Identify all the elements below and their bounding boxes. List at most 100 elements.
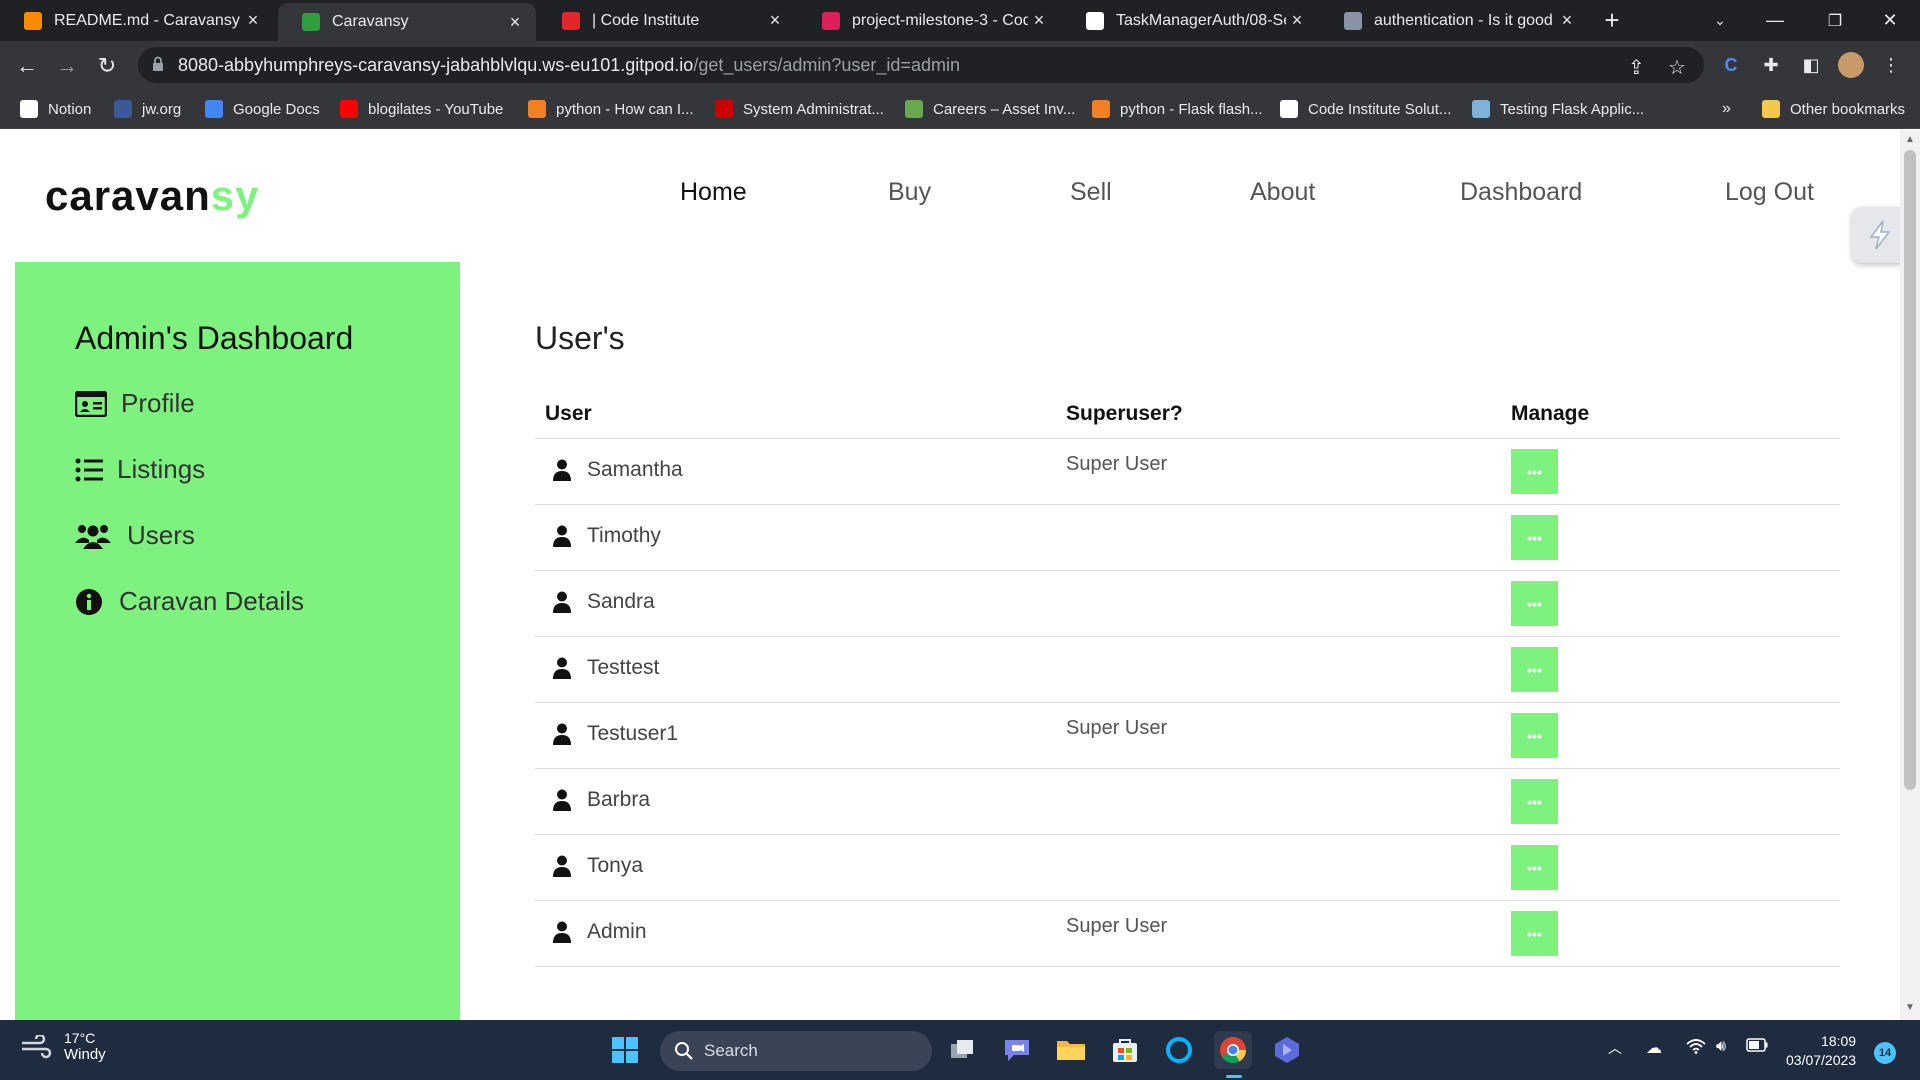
more-bookmarks-button[interactable]: » [1722,89,1731,129]
battery-icon[interactable] [1746,1038,1768,1057]
tab-close-icon[interactable]: × [242,10,264,31]
nav-dashboard[interactable]: Dashboard [1460,178,1582,207]
tab-close-icon[interactable]: × [1028,10,1050,31]
manage-user-button[interactable]: ••• [1511,647,1558,692]
system-clock[interactable]: 18:09 03/07/2023 [1786,1032,1856,1070]
sidebar-title: Admin's Dashboard [75,320,354,356]
page-scrollbar[interactable]: ▲ ▼ [1900,130,1920,1020]
manage-user-button[interactable]: ••• [1511,845,1558,890]
nav-buy[interactable]: Buy [888,178,931,207]
nav-home[interactable]: Home [680,178,747,207]
web-page: caravansy Home Buy Sell About Dashboard … [0,130,1900,1020]
volume-icon[interactable]: 🔊︎ [1716,1038,1726,1056]
onedrive-cloud-icon[interactable]: ☁ [1646,1038,1662,1058]
manage-user-button[interactable]: ••• [1511,449,1558,494]
bookmark-item[interactable]: Careers – Asset Inv... [905,89,1075,129]
sidebar-item-profile[interactable]: Profile [75,388,195,419]
bookmark-item[interactable]: Notion [20,89,91,129]
user-icon [553,855,571,877]
power-automate-icon[interactable] [1268,1031,1306,1069]
slack-icon [822,11,840,30]
site-logo[interactable]: caravansy [45,172,260,220]
redhat-icon [715,100,733,118]
browser-tab[interactable]: Caravansy × [278,3,536,41]
floating-extension-button[interactable] [1852,207,1900,263]
browser-tab[interactable]: | Code Institute × [538,0,796,41]
sidebar-item-listings[interactable]: Listings [75,454,205,485]
extension-c-icon[interactable]: C [1718,52,1744,78]
sidebar-item-label: Users [127,520,195,550]
bookmark-item[interactable]: jw.org [114,89,181,129]
column-header-manage: Manage [1511,402,1590,425]
restore-window-button[interactable]: ❐ [1805,0,1865,41]
bookmark-star-icon[interactable]: ☆ [1668,55,1686,80]
manage-user-button[interactable]: ••• [1511,911,1558,956]
chrome-taskbar-icon[interactable] [1214,1031,1252,1078]
nav-sell[interactable]: Sell [1070,178,1112,207]
windows-start-icon[interactable] [606,1031,644,1069]
bookmark-item[interactable]: python - Flask flash... [1092,89,1263,129]
logo-accent-text: sy [210,172,260,219]
wifi-icon[interactable] [1686,1038,1706,1059]
profile-avatar[interactable] [1838,52,1864,78]
bookmark-label: python - Flask flash... [1120,100,1263,118]
cortana-icon[interactable] [1160,1031,1198,1069]
forward-arrow-icon[interactable]: → [52,51,82,81]
tab-close-icon[interactable]: × [1556,10,1578,31]
new-tab-button[interactable]: + [1598,6,1626,34]
nav-log-out[interactable]: Log Out [1725,178,1814,207]
browser-menu-icon[interactable]: ⋮ [1878,52,1904,78]
scrollbar-thumb[interactable] [1904,150,1916,790]
sidebar-item-caravan-details[interactable]: Caravan Details [75,586,304,617]
notification-badge[interactable]: 14 [1874,1042,1896,1064]
manage-user-button[interactable]: ••• [1511,515,1558,560]
search-icon [675,1042,693,1060]
scroll-down-arrow-icon[interactable]: ▼ [1905,1002,1915,1013]
bookmark-item[interactable]: System Administrat... [715,89,884,129]
manage-user-button[interactable]: ••• [1511,713,1558,758]
github-icon [1086,11,1104,30]
task-view-icon[interactable] [944,1031,982,1069]
sidebar-item-users[interactable]: Users [75,520,195,551]
bookmark-label: System Administrat... [743,100,884,118]
close-window-button[interactable]: ✕ [1860,0,1920,41]
other-bookmarks-folder[interactable]: Other bookmarks [1762,89,1905,129]
microsoft-store-icon[interactable] [1106,1031,1144,1069]
stackoverflow-icon [528,100,546,118]
address-bar[interactable]: 8080-abbyhumphreys-caravansy-jabahblvlqu… [138,47,1704,83]
browser-tab[interactable]: README.md - Caravansy - G× [0,0,274,41]
extensions-puzzle-icon[interactable]: ✚ [1758,52,1784,78]
taskbar-search-box[interactable]: Search [660,1031,932,1071]
scroll-up-arrow-icon[interactable]: ▲ [1905,134,1915,145]
browser-tab[interactable]: project-milestone-3 - Code × [798,0,1060,41]
bookmark-item[interactable]: Google Docs [205,89,320,129]
show-hidden-icons-chevron[interactable]: ︿ [1608,1038,1622,1058]
tab-close-icon[interactable]: × [504,12,526,33]
weather-widget[interactable]: 17°C Windy [20,1030,106,1063]
file-explorer-icon[interactable] [1052,1031,1090,1069]
minimize-window-button[interactable]: — [1745,0,1805,41]
bookmark-item[interactable]: blogilates - YouTube [340,89,503,129]
teams-chat-icon[interactable] [998,1031,1036,1069]
bookmark-item[interactable]: Code Institute Solut... [1280,89,1451,129]
list-icon [75,456,103,484]
reload-icon[interactable]: ↻ [92,51,122,81]
manage-user-button[interactable]: ••• [1511,581,1558,626]
taskbar-search-label: Search [704,1041,758,1060]
browser-tab[interactable]: authentication - Is it good × [1320,0,1588,41]
bookmark-label: Careers – Asset Inv... [933,100,1076,118]
nav-about[interactable]: About [1250,178,1315,207]
bookmark-item[interactable]: Testing Flask Applic... [1472,89,1644,129]
share-icon[interactable]: ⇪ [1628,55,1645,80]
bookmark-item[interactable]: python - How can I... [528,89,694,129]
browser-tab[interactable]: TaskManagerAuth/08-Searc× [1062,0,1318,41]
active-app-indicator [1226,1075,1242,1078]
user-icon [553,723,571,745]
tab-close-icon[interactable]: × [1286,10,1308,31]
tab-search-chevron-icon[interactable]: ⌄ [1690,0,1750,41]
tab-close-icon[interactable]: × [764,10,786,31]
sidebar-item-label: Profile [121,388,195,418]
manage-user-button[interactable]: ••• [1511,779,1558,824]
side-panel-icon[interactable]: ◧ [1798,52,1824,78]
back-arrow-icon[interactable]: ← [12,51,42,81]
